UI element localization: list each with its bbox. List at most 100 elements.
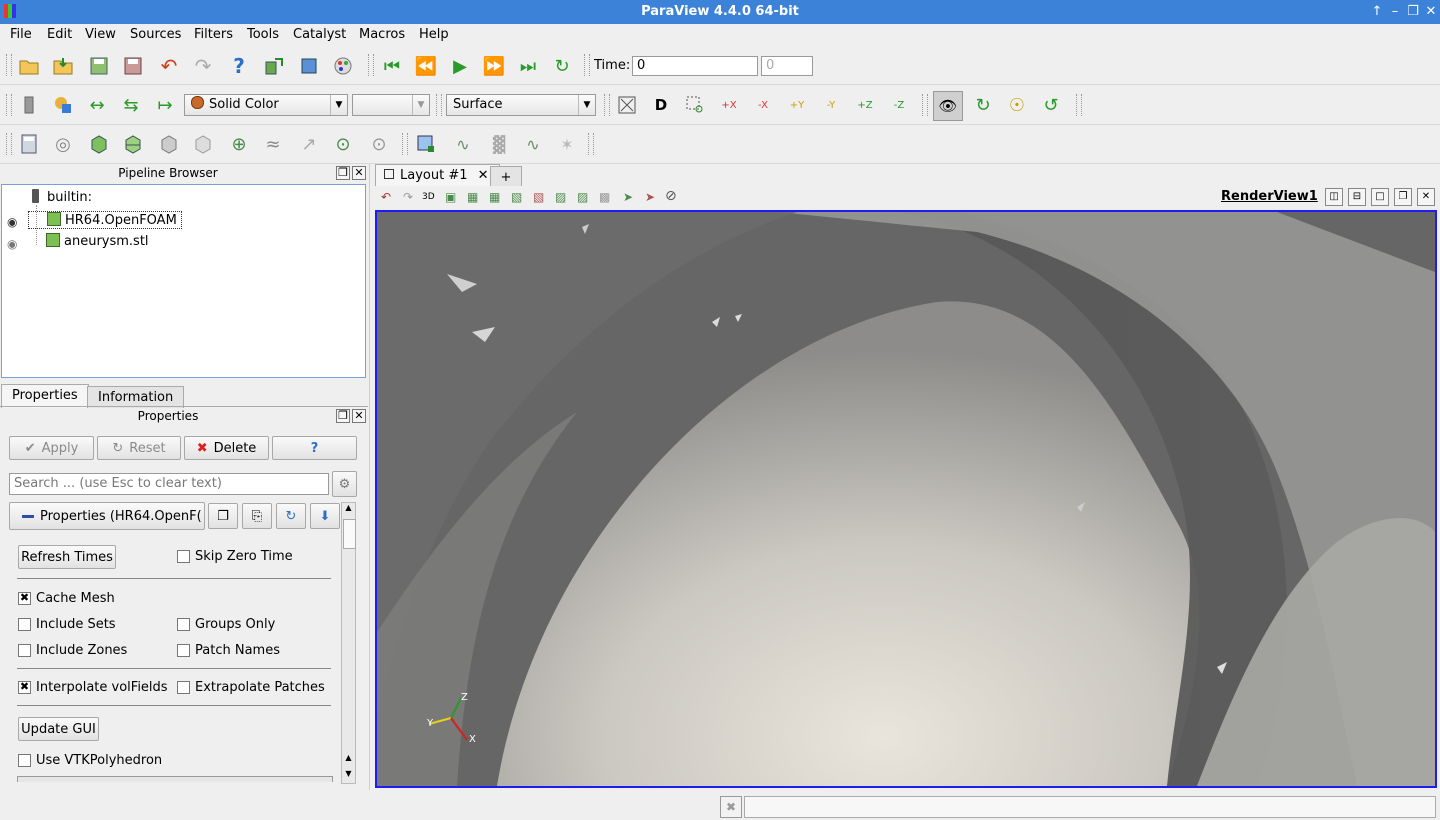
toolbar-grip[interactable] <box>604 94 610 116</box>
reset-center-icon[interactable]: ↻ <box>972 94 994 116</box>
restore-defaults-icon[interactable]: ↻ <box>276 503 306 529</box>
connect-server-icon[interactable] <box>263 55 285 77</box>
skip-zero-time-checkbox[interactable] <box>177 550 190 563</box>
clear-selection-icon[interactable]: ⊘ <box>665 188 677 204</box>
save-state-icon[interactable] <box>88 55 110 77</box>
histogram-icon[interactable]: ▓ <box>488 133 510 155</box>
view-minus-x-icon[interactable]: -X <box>752 94 774 116</box>
screenshot-icon[interactable]: ▣ <box>445 190 456 204</box>
toolbar-grip[interactable] <box>6 133 12 155</box>
pipeline-item-aneurysm[interactable]: aneurysm.stl <box>28 233 149 253</box>
select-polygon-cells-icon[interactable]: ▨ <box>555 190 566 204</box>
rotate-camera-icon[interactable]: ↺ <box>1040 94 1062 116</box>
scrollbar-thumb[interactable] <box>343 519 356 549</box>
threshold-icon[interactable] <box>158 133 180 155</box>
view-minus-z-icon[interactable]: -Z <box>888 94 910 116</box>
close-tab-icon[interactable]: ✕ <box>478 168 489 183</box>
float-view-icon[interactable]: ❐ <box>1394 188 1412 206</box>
disconnect-server-icon[interactable] <box>298 55 320 77</box>
camera-redo-icon[interactable]: ↷ <box>403 190 413 204</box>
reset-button[interactable]: ↻ Reset <box>97 436 181 460</box>
select-cells-icon[interactable]: ▦ <box>467 190 478 204</box>
toolbar-grip[interactable] <box>584 54 590 76</box>
play-icon[interactable]: ▶ <box>449 55 471 77</box>
rescale-visible-range-icon[interactable]: ↦ <box>154 94 176 116</box>
view-plus-x-icon[interactable]: +X <box>718 94 740 116</box>
paste-properties-icon[interactable]: ⎘ <box>242 503 272 529</box>
select-cells-through-icon[interactable]: ▧ <box>511 190 522 204</box>
color-palette-icon[interactable] <box>332 55 354 77</box>
float-panel-icon[interactable]: ❐ <box>336 409 350 423</box>
extract-level-icon[interactable]: ⊙ <box>368 133 390 155</box>
update-gui-button[interactable]: Update GUI <box>18 717 99 741</box>
add-layout-tab[interactable]: + <box>490 166 522 188</box>
glyph-icon[interactable]: ⊕ <box>228 133 250 155</box>
interactive-select-cells-icon[interactable]: ➤ <box>623 190 633 204</box>
interactive-select-points-icon[interactable]: ➤ <box>645 190 655 204</box>
redo-icon[interactable]: ↷ <box>192 54 214 78</box>
view-plus-y-icon[interactable]: +Y <box>786 94 808 116</box>
rescale-custom-range-icon[interactable]: ⇆ <box>120 94 142 116</box>
camera-undo-icon[interactable]: ↶ <box>381 190 391 204</box>
scroll-up-icon[interactable]: ▲ <box>342 503 355 517</box>
pipeline-root[interactable]: builtin: <box>32 189 92 209</box>
advanced-settings-gear-icon[interactable]: ⚙ <box>332 471 357 497</box>
reset-camera-icon[interactable] <box>616 94 638 116</box>
open-file-icon[interactable] <box>18 55 40 77</box>
menu-macros[interactable]: Macros <box>359 27 405 42</box>
menu-file[interactable]: File <box>10 27 32 42</box>
clip-icon[interactable] <box>88 133 110 155</box>
toolbar-grip[interactable] <box>588 133 594 155</box>
view-name-label[interactable]: RenderView1 <box>1221 189 1318 204</box>
component-select[interactable]: ▼ <box>352 94 430 116</box>
menu-edit[interactable]: Edit <box>47 27 72 42</box>
copy-properties-icon[interactable]: ❐ <box>208 503 238 529</box>
close-panel-icon[interactable]: ✕ <box>352 166 366 180</box>
refresh-times-button[interactable]: Refresh Times <box>18 545 116 569</box>
toggle-color-legend-icon[interactable] <box>18 94 40 116</box>
select-points-through-icon[interactable]: ▧ <box>533 190 544 204</box>
select-blocks-icon[interactable]: ▩ <box>599 190 610 204</box>
help-button[interactable]: ? <box>272 436 357 460</box>
apply-button[interactable]: ✔ Apply <box>9 436 94 460</box>
show-center-icon[interactable]: 👁 <box>933 91 963 121</box>
render-view[interactable]: Z Y X <box>375 210 1437 788</box>
toolbar-grip[interactable] <box>436 94 442 116</box>
contour-icon[interactable]: ◎ <box>52 133 74 155</box>
color-by-select[interactable]: Solid Color ▼ <box>184 94 348 116</box>
groups-only-checkbox[interactable] <box>177 618 190 631</box>
group-datasets-icon[interactable]: ⊙ <box>332 133 354 155</box>
window-minimize-icon[interactable]: – <box>1386 3 1404 21</box>
close-panel-icon[interactable]: ✕ <box>352 409 366 423</box>
close-view-icon[interactable]: ✕ <box>1417 188 1435 206</box>
properties-scrollbar[interactable]: ▲ ▲ ▼ <box>341 502 356 784</box>
scroll-down-icon[interactable]: ▼ <box>342 769 355 783</box>
edit-color-map-icon[interactable] <box>52 94 74 116</box>
representation-select[interactable]: Surface ▼ <box>446 94 596 116</box>
load-state-icon[interactable] <box>52 55 74 77</box>
extract-subset-icon[interactable] <box>192 133 214 155</box>
toolbar-grip[interactable] <box>1076 94 1082 116</box>
menu-help[interactable]: Help <box>419 27 449 42</box>
properties-search-input[interactable]: Search ... (use Esc to clear text) <box>9 473 329 495</box>
properties-section-toggle[interactable]: Properties (HR64.OpenF( <box>9 502 205 530</box>
previous-frame-icon[interactable]: ⏪ <box>415 55 437 77</box>
menu-tools[interactable]: Tools <box>247 27 279 42</box>
calculator-icon[interactable] <box>18 133 40 155</box>
window-keep-above-icon[interactable]: ↑ <box>1368 3 1386 21</box>
undo-icon[interactable]: ↶ <box>158 54 180 78</box>
save-defaults-icon[interactable]: ⬇ <box>310 503 340 529</box>
select-cells-on-icon[interactable] <box>415 133 437 155</box>
visibility-eye-icon[interactable]: ◉ <box>7 215 17 229</box>
toolbar-grip[interactable] <box>6 94 12 116</box>
view-plus-z-icon[interactable]: +Z <box>854 94 876 116</box>
float-panel-icon[interactable]: ❐ <box>336 166 350 180</box>
split-horizontal-icon[interactable]: ◫ <box>1325 188 1343 206</box>
extrapolate-patches-checkbox[interactable] <box>177 681 190 694</box>
plot-over-line-icon[interactable]: ∿ <box>452 133 474 155</box>
time-input[interactable]: 0 <box>632 56 758 76</box>
python-filter-icon[interactable]: ✶ <box>556 133 578 155</box>
splitter[interactable] <box>369 164 370 790</box>
time-step-spinbox[interactable]: 0 <box>761 56 813 76</box>
use-vtkpolyhedron-checkbox[interactable] <box>18 754 31 767</box>
